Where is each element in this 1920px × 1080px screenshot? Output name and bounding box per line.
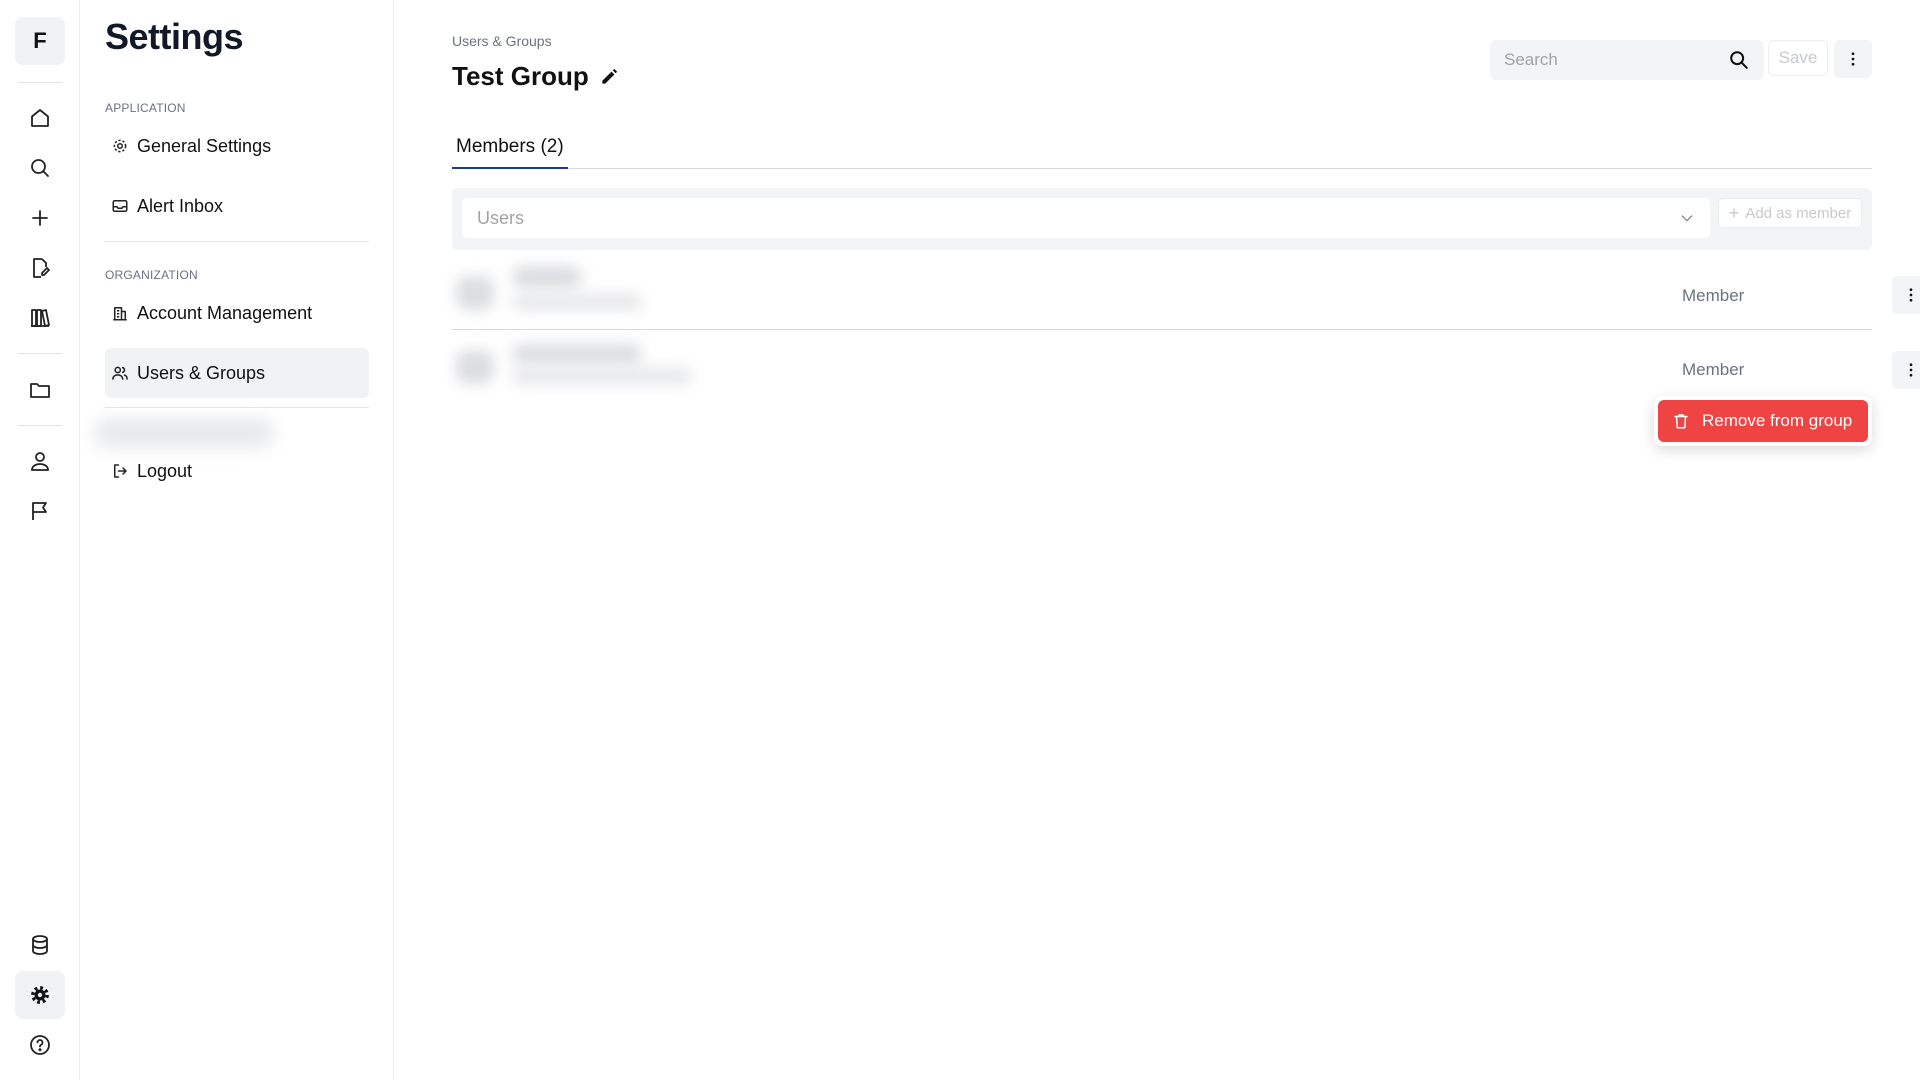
add-member-bar: Users + Add as member: [452, 188, 1872, 250]
redacted-avatar: [456, 276, 494, 310]
users-select[interactable]: Users: [462, 198, 1710, 238]
nav-divider: [105, 241, 369, 242]
plus-icon: +: [1728, 202, 1740, 223]
nav-item-account-management[interactable]: Account Management: [105, 288, 369, 338]
gear-icon: [31, 986, 49, 1004]
page-title: Test Group: [452, 61, 619, 92]
tab-members[interactable]: Members (2): [452, 130, 568, 169]
more-options-button[interactable]: [1834, 40, 1872, 78]
rail-user[interactable]: [15, 437, 65, 485]
building-icon: [113, 307, 127, 321]
section-label-organization: ORGANIZATION: [105, 268, 198, 282]
database-icon: [32, 935, 48, 955]
plus-icon: [32, 210, 48, 226]
users-select-placeholder: Users: [477, 207, 525, 228]
redacted-member-name: [512, 344, 642, 364]
folder-icon: [30, 383, 50, 398]
rail-help[interactable]: [15, 1021, 65, 1069]
remove-from-group-label: Remove from group: [1702, 411, 1853, 430]
redacted-member-name: [512, 266, 582, 288]
add-as-member-button[interactable]: + Add as member: [1718, 198, 1862, 228]
rail-settings[interactable]: [15, 971, 65, 1019]
breadcrumb[interactable]: Users & Groups: [452, 33, 552, 49]
group-name: Test Group: [452, 61, 589, 91]
icon-rail: F: [0, 0, 80, 1080]
search-icon: [31, 159, 49, 177]
redacted-user-email: [94, 418, 274, 448]
kebab-menu-icon: [1851, 52, 1855, 66]
member-options-button[interactable]: [1892, 276, 1920, 314]
edit-document-icon: [33, 258, 50, 278]
search-icon[interactable]: [1728, 49, 1750, 71]
workspace-logo[interactable]: F: [15, 17, 65, 65]
nav-item-label: Account Management: [137, 302, 313, 323]
member-role: Member: [1682, 360, 1745, 379]
rail-search[interactable]: [15, 144, 65, 192]
redacted-avatar: [456, 350, 494, 384]
kebab-menu-icon: [1909, 363, 1913, 377]
add-as-member-label: Add as member: [1745, 204, 1852, 222]
search-box[interactable]: [1490, 40, 1764, 80]
nav-item-label: General Settings: [137, 135, 272, 156]
member-row: Member: [452, 332, 1920, 406]
save-button[interactable]: Save: [1768, 40, 1828, 76]
pencil-icon[interactable]: [599, 67, 619, 87]
user-icon: [31, 452, 49, 471]
logout-icon: [114, 464, 127, 478]
inbox-icon: [112, 200, 128, 212]
nav-item-alert-inbox[interactable]: Alert Inbox: [105, 181, 369, 231]
rail-divider: [18, 353, 62, 354]
rail-home[interactable]: [15, 94, 65, 142]
flag-icon: [32, 502, 47, 520]
rail-library[interactable]: [15, 294, 65, 342]
rail-flag[interactable]: [15, 487, 65, 535]
books-icon: [31, 309, 50, 327]
member-context-menu: Remove from group: [1654, 396, 1872, 446]
remove-from-group-button[interactable]: Remove from group: [1658, 400, 1868, 442]
member-role: Member: [1682, 286, 1745, 305]
nav-item-label: Logout: [137, 460, 193, 481]
rail-divider: [18, 425, 62, 426]
nav-item-general-settings[interactable]: General Settings: [105, 121, 369, 171]
nav-item-logout[interactable]: Logout: [105, 446, 369, 496]
rail-database[interactable]: [15, 921, 65, 969]
kebab-menu-icon: [1909, 288, 1913, 302]
rail-add[interactable]: [15, 194, 65, 242]
nav-item-label: Alert Inbox: [137, 195, 224, 216]
redacted-member-email: [512, 294, 642, 310]
chevron-down-icon: [1681, 215, 1693, 222]
main-content: Users & Groups Test Group Save Members (…: [394, 0, 1920, 1080]
settings-title: Settings: [105, 16, 244, 57]
help-icon: [30, 1035, 50, 1055]
member-options-button[interactable]: [1892, 351, 1920, 389]
home-icon: [31, 109, 49, 127]
trash-icon: [1674, 414, 1688, 429]
settings-nav: Settings APPLICATION General Settings Al…: [80, 0, 394, 1080]
gear-icon: [113, 139, 127, 153]
member-row: Member: [452, 256, 1920, 330]
search-input[interactable]: [1504, 50, 1728, 70]
nav-item-users-groups[interactable]: Users & Groups: [105, 348, 369, 398]
rail-divider: [18, 82, 62, 83]
tab-bar: Members (2): [452, 130, 1872, 169]
users-icon: [112, 366, 128, 380]
section-label-application: APPLICATION: [105, 101, 186, 115]
rail-folder[interactable]: [15, 366, 65, 414]
redacted-member-email: [512, 368, 692, 384]
nav-divider: [105, 407, 369, 408]
nav-item-label: Users & Groups: [137, 362, 266, 383]
rail-edit-document[interactable]: [15, 244, 65, 292]
